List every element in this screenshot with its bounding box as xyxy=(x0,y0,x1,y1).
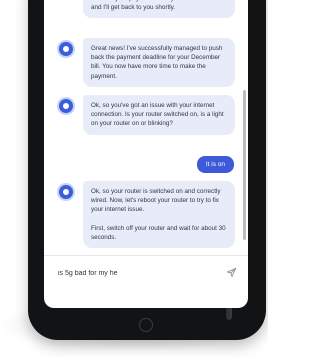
bot-avatar xyxy=(59,185,73,199)
bot-message: Ok, so your router is switched on and co… xyxy=(83,181,235,249)
bot-avatar xyxy=(59,42,73,56)
send-icon[interactable] xyxy=(226,267,237,278)
user-message: It is on xyxy=(196,156,234,173)
bot-message: back for your payment. Kindly hold on fo… xyxy=(83,0,235,19)
chat-screen: back for your payment. Kindly hold on fo… xyxy=(44,0,248,308)
message-text: It is on xyxy=(205,161,225,168)
bot-message: Great news! I've successfully managed to… xyxy=(83,38,235,87)
message-text: Great news! I've successfully managed to… xyxy=(91,45,223,80)
message-input[interactable] xyxy=(58,266,218,280)
message-text: First, switch off your router and wait f… xyxy=(91,224,226,241)
chat-scrollbar[interactable] xyxy=(243,90,246,240)
bot-message: Ok, so you've got an issue with your int… xyxy=(83,95,235,135)
message-text: Ok, so you've got an issue with your int… xyxy=(91,102,224,128)
message-text: back for your payment. Kindly hold on fo… xyxy=(91,0,219,12)
message-text: Ok, so your router is switched on and co… xyxy=(91,188,221,214)
home-button[interactable] xyxy=(139,318,153,332)
scene: back for your payment. Kindly hold on fo… xyxy=(0,0,268,357)
composer-divider xyxy=(44,255,248,256)
bot-avatar xyxy=(59,99,73,113)
